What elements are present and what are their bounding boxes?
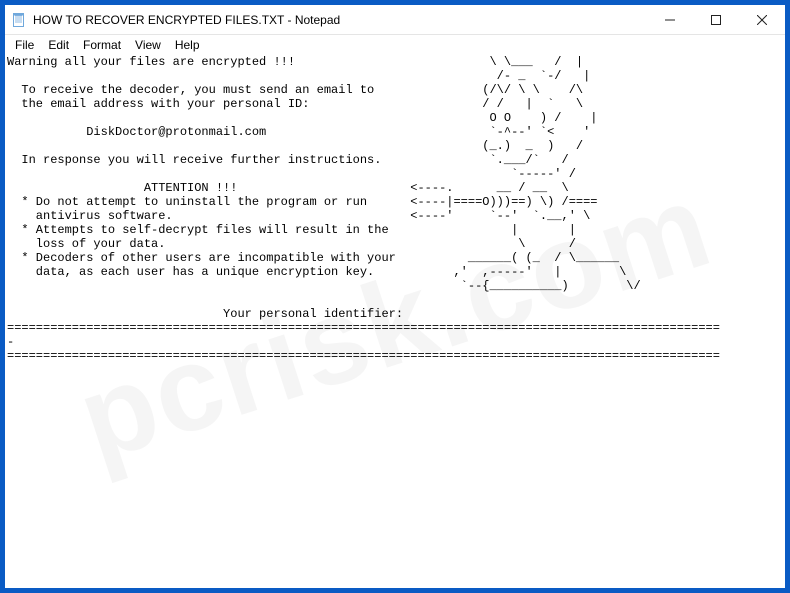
window-title: HOW TO RECOVER ENCRYPTED FILES.TXT - Not… xyxy=(33,13,340,27)
notepad-window: HOW TO RECOVER ENCRYPTED FILES.TXT - Not… xyxy=(4,4,786,589)
window-controls xyxy=(647,5,785,34)
menu-format[interactable]: Format xyxy=(77,37,127,53)
text-area[interactable]: Warning all your files are encrypted !!!… xyxy=(5,55,785,588)
menu-view[interactable]: View xyxy=(129,37,167,53)
minimize-button[interactable] xyxy=(647,5,693,34)
menu-help[interactable]: Help xyxy=(169,37,206,53)
close-button[interactable] xyxy=(739,5,785,34)
titlebar: HOW TO RECOVER ENCRYPTED FILES.TXT - Not… xyxy=(5,5,785,35)
maximize-button[interactable] xyxy=(693,5,739,34)
notepad-icon xyxy=(11,12,27,28)
menubar: File Edit Format View Help xyxy=(5,35,785,55)
titlebar-left: HOW TO RECOVER ENCRYPTED FILES.TXT - Not… xyxy=(5,5,647,34)
menu-edit[interactable]: Edit xyxy=(42,37,75,53)
menu-file[interactable]: File xyxy=(9,37,40,53)
content-area: pcrisk.com Warning all your files are en… xyxy=(5,55,785,588)
